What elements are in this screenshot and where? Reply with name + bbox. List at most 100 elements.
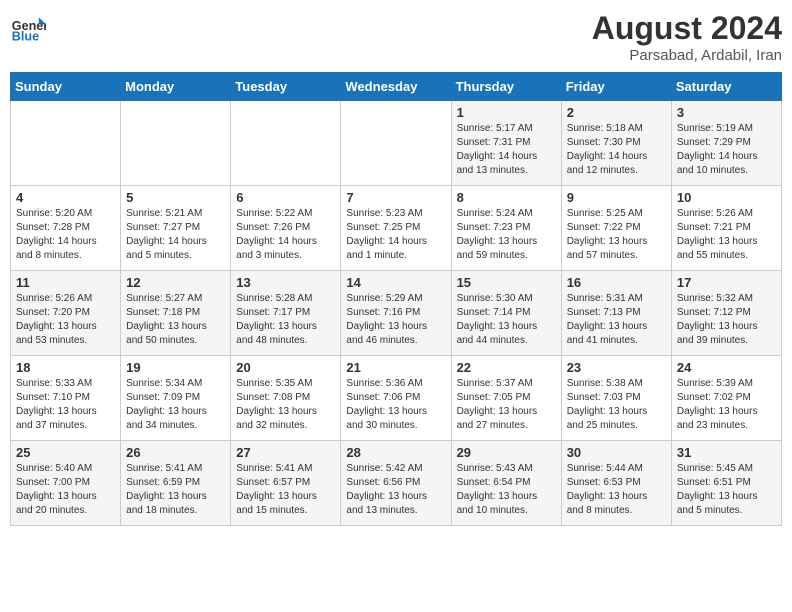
- day-number: 4: [16, 190, 115, 205]
- calendar-table: SundayMondayTuesdayWednesdayThursdayFrid…: [10, 72, 782, 526]
- day-number: 30: [567, 445, 666, 460]
- day-info: Sunrise: 5:24 AM Sunset: 7:23 PM Dayligh…: [457, 207, 556, 263]
- day-of-week-header: Friday: [561, 73, 671, 101]
- calendar-cell: [121, 101, 231, 186]
- day-number: 3: [677, 105, 776, 120]
- day-number: 26: [126, 445, 225, 460]
- day-of-week-header: Tuesday: [231, 73, 341, 101]
- calendar-cell: 11 Sunrise: 5:26 AM Sunset: 7:20 PM Dayl…: [11, 271, 121, 356]
- day-info: Sunrise: 5:18 AM Sunset: 7:30 PM Dayligh…: [567, 122, 666, 178]
- calendar-cell: 3 Sunrise: 5:19 AM Sunset: 7:29 PM Dayli…: [671, 101, 781, 186]
- calendar-cell: 13 Sunrise: 5:28 AM Sunset: 7:17 PM Dayl…: [231, 271, 341, 356]
- calendar-cell: 23 Sunrise: 5:38 AM Sunset: 7:03 PM Dayl…: [561, 356, 671, 441]
- calendar-cell: 10 Sunrise: 5:26 AM Sunset: 7:21 PM Dayl…: [671, 186, 781, 271]
- day-info: Sunrise: 5:17 AM Sunset: 7:31 PM Dayligh…: [457, 122, 556, 178]
- calendar-cell: [11, 101, 121, 186]
- day-number: 5: [126, 190, 225, 205]
- day-of-week-header: Wednesday: [341, 73, 451, 101]
- day-info: Sunrise: 5:27 AM Sunset: 7:18 PM Dayligh…: [126, 292, 225, 348]
- day-number: 15: [457, 275, 556, 290]
- day-info: Sunrise: 5:31 AM Sunset: 7:13 PM Dayligh…: [567, 292, 666, 348]
- calendar-cell: 6 Sunrise: 5:22 AM Sunset: 7:26 PM Dayli…: [231, 186, 341, 271]
- day-number: 27: [236, 445, 335, 460]
- day-of-week-header: Saturday: [671, 73, 781, 101]
- day-info: Sunrise: 5:41 AM Sunset: 6:59 PM Dayligh…: [126, 462, 225, 518]
- day-info: Sunrise: 5:34 AM Sunset: 7:09 PM Dayligh…: [126, 377, 225, 433]
- day-number: 31: [677, 445, 776, 460]
- calendar-cell: [341, 101, 451, 186]
- day-info: Sunrise: 5:44 AM Sunset: 6:53 PM Dayligh…: [567, 462, 666, 518]
- calendar-cell: 12 Sunrise: 5:27 AM Sunset: 7:18 PM Dayl…: [121, 271, 231, 356]
- day-info: Sunrise: 5:43 AM Sunset: 6:54 PM Dayligh…: [457, 462, 556, 518]
- calendar-cell: 24 Sunrise: 5:39 AM Sunset: 7:02 PM Dayl…: [671, 356, 781, 441]
- day-info: Sunrise: 5:39 AM Sunset: 7:02 PM Dayligh…: [677, 377, 776, 433]
- day-number: 12: [126, 275, 225, 290]
- day-number: 24: [677, 360, 776, 375]
- calendar-cell: 8 Sunrise: 5:24 AM Sunset: 7:23 PM Dayli…: [451, 186, 561, 271]
- day-info: Sunrise: 5:29 AM Sunset: 7:16 PM Dayligh…: [346, 292, 445, 348]
- day-info: Sunrise: 5:36 AM Sunset: 7:06 PM Dayligh…: [346, 377, 445, 433]
- calendar-cell: 28 Sunrise: 5:42 AM Sunset: 6:56 PM Dayl…: [341, 441, 451, 526]
- month-year: August 2024: [592, 10, 782, 47]
- day-number: 23: [567, 360, 666, 375]
- day-info: Sunrise: 5:41 AM Sunset: 6:57 PM Dayligh…: [236, 462, 335, 518]
- day-info: Sunrise: 5:28 AM Sunset: 7:17 PM Dayligh…: [236, 292, 335, 348]
- calendar-cell: 1 Sunrise: 5:17 AM Sunset: 7:31 PM Dayli…: [451, 101, 561, 186]
- calendar-cell: [231, 101, 341, 186]
- days-header-row: SundayMondayTuesdayWednesdayThursdayFrid…: [11, 73, 782, 101]
- day-info: Sunrise: 5:19 AM Sunset: 7:29 PM Dayligh…: [677, 122, 776, 178]
- calendar-cell: 19 Sunrise: 5:34 AM Sunset: 7:09 PM Dayl…: [121, 356, 231, 441]
- calendar-cell: 20 Sunrise: 5:35 AM Sunset: 7:08 PM Dayl…: [231, 356, 341, 441]
- day-number: 17: [677, 275, 776, 290]
- day-info: Sunrise: 5:25 AM Sunset: 7:22 PM Dayligh…: [567, 207, 666, 263]
- svg-text:Blue: Blue: [12, 30, 39, 44]
- day-info: Sunrise: 5:32 AM Sunset: 7:12 PM Dayligh…: [677, 292, 776, 348]
- calendar-cell: 9 Sunrise: 5:25 AM Sunset: 7:22 PM Dayli…: [561, 186, 671, 271]
- calendar-cell: 18 Sunrise: 5:33 AM Sunset: 7:10 PM Dayl…: [11, 356, 121, 441]
- logo-icon: General Blue: [10, 10, 46, 46]
- day-number: 14: [346, 275, 445, 290]
- title-block: August 2024 Parsabad, Ardabil, Iran: [592, 10, 782, 64]
- day-number: 13: [236, 275, 335, 290]
- day-info: Sunrise: 5:42 AM Sunset: 6:56 PM Dayligh…: [346, 462, 445, 518]
- calendar-cell: 29 Sunrise: 5:43 AM Sunset: 6:54 PM Dayl…: [451, 441, 561, 526]
- logo: General Blue: [10, 10, 46, 46]
- day-number: 7: [346, 190, 445, 205]
- day-info: Sunrise: 5:30 AM Sunset: 7:14 PM Dayligh…: [457, 292, 556, 348]
- calendar-cell: 4 Sunrise: 5:20 AM Sunset: 7:28 PM Dayli…: [11, 186, 121, 271]
- day-info: Sunrise: 5:20 AM Sunset: 7:28 PM Dayligh…: [16, 207, 115, 263]
- day-number: 28: [346, 445, 445, 460]
- day-info: Sunrise: 5:33 AM Sunset: 7:10 PM Dayligh…: [16, 377, 115, 433]
- calendar-week-row: 4 Sunrise: 5:20 AM Sunset: 7:28 PM Dayli…: [11, 186, 782, 271]
- day-of-week-header: Thursday: [451, 73, 561, 101]
- calendar-cell: 15 Sunrise: 5:30 AM Sunset: 7:14 PM Dayl…: [451, 271, 561, 356]
- calendar-week-row: 18 Sunrise: 5:33 AM Sunset: 7:10 PM Dayl…: [11, 356, 782, 441]
- calendar-week-row: 11 Sunrise: 5:26 AM Sunset: 7:20 PM Dayl…: [11, 271, 782, 356]
- day-number: 22: [457, 360, 556, 375]
- day-info: Sunrise: 5:37 AM Sunset: 7:05 PM Dayligh…: [457, 377, 556, 433]
- day-number: 10: [677, 190, 776, 205]
- day-number: 29: [457, 445, 556, 460]
- calendar-cell: 7 Sunrise: 5:23 AM Sunset: 7:25 PM Dayli…: [341, 186, 451, 271]
- day-number: 20: [236, 360, 335, 375]
- day-number: 25: [16, 445, 115, 460]
- calendar-cell: 27 Sunrise: 5:41 AM Sunset: 6:57 PM Dayl…: [231, 441, 341, 526]
- day-info: Sunrise: 5:40 AM Sunset: 7:00 PM Dayligh…: [16, 462, 115, 518]
- calendar-cell: 14 Sunrise: 5:29 AM Sunset: 7:16 PM Dayl…: [341, 271, 451, 356]
- day-info: Sunrise: 5:38 AM Sunset: 7:03 PM Dayligh…: [567, 377, 666, 433]
- day-number: 16: [567, 275, 666, 290]
- day-info: Sunrise: 5:22 AM Sunset: 7:26 PM Dayligh…: [236, 207, 335, 263]
- day-number: 9: [567, 190, 666, 205]
- day-info: Sunrise: 5:45 AM Sunset: 6:51 PM Dayligh…: [677, 462, 776, 518]
- calendar-cell: 25 Sunrise: 5:40 AM Sunset: 7:00 PM Dayl…: [11, 441, 121, 526]
- day-number: 1: [457, 105, 556, 120]
- page-header: General Blue August 2024 Parsabad, Ardab…: [10, 10, 782, 64]
- day-number: 2: [567, 105, 666, 120]
- day-info: Sunrise: 5:35 AM Sunset: 7:08 PM Dayligh…: [236, 377, 335, 433]
- day-number: 18: [16, 360, 115, 375]
- day-number: 8: [457, 190, 556, 205]
- calendar-week-row: 25 Sunrise: 5:40 AM Sunset: 7:00 PM Dayl…: [11, 441, 782, 526]
- day-number: 6: [236, 190, 335, 205]
- day-number: 21: [346, 360, 445, 375]
- day-info: Sunrise: 5:23 AM Sunset: 7:25 PM Dayligh…: [346, 207, 445, 263]
